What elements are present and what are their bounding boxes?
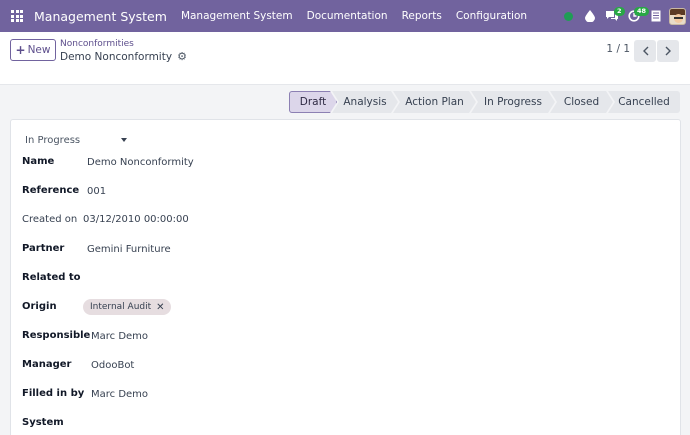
- state-select[interactable]: In Progress: [25, 135, 80, 146]
- app-brand[interactable]: Management System: [34, 9, 167, 24]
- chevron-down-icon[interactable]: [121, 138, 127, 142]
- user-avatar[interactable]: [669, 7, 686, 25]
- top-navbar: Management System Management System Docu…: [0, 0, 690, 32]
- name-label: Name: [22, 156, 55, 167]
- related-to-field[interactable]: [87, 272, 287, 286]
- gear-icon[interactable]: ⚙: [177, 50, 187, 63]
- pager-previous-button[interactable]: [634, 40, 656, 62]
- systray: 2 48: [557, 0, 690, 32]
- form-sheet: In Progress Name Demo Nonconformity Refe…: [10, 119, 681, 435]
- origin-tag-label: Internal Audit: [90, 302, 152, 312]
- filled-in-by-label: Filled in by: [22, 388, 85, 399]
- stage-in-progress[interactable]: In Progress: [471, 91, 555, 113]
- activities-icon[interactable]: 48: [623, 0, 650, 32]
- reference-label: Reference: [22, 185, 80, 196]
- filled-in-by-field[interactable]: Marc Demo: [91, 389, 148, 400]
- stage-action-plan[interactable]: Action Plan: [393, 91, 476, 113]
- partner-label: Partner: [22, 243, 65, 254]
- new-button[interactable]: + New: [10, 39, 56, 61]
- apps-menu-icon[interactable]: [0, 0, 34, 32]
- breadcrumb-nonconformities[interactable]: Nonconformities: [60, 39, 134, 49]
- close-icon[interactable]: ✕: [156, 302, 164, 313]
- menu-management-system[interactable]: Management System: [181, 10, 293, 22]
- responsible-label: Responsible: [22, 330, 91, 341]
- name-field[interactable]: Demo Nonconformity: [87, 157, 194, 168]
- reference-field[interactable]: 001: [87, 186, 106, 197]
- responsible-field[interactable]: Marc Demo: [91, 331, 148, 342]
- manager-label: Manager: [22, 359, 72, 370]
- created-on-label: Created on: [22, 214, 78, 225]
- system-field[interactable]: [91, 417, 291, 431]
- origin-label: Origin: [22, 301, 57, 312]
- menu-configuration[interactable]: Configuration: [456, 10, 527, 22]
- plus-icon: +: [15, 43, 26, 57]
- record-title-row: Demo Nonconformity ⚙: [60, 50, 187, 63]
- status-dot-icon[interactable]: [557, 0, 579, 32]
- stage-cancelled[interactable]: Cancelled: [608, 91, 680, 113]
- system-label: System: [22, 417, 64, 428]
- stage-draft[interactable]: Draft: [289, 91, 337, 113]
- pager-next-button[interactable]: [657, 40, 679, 62]
- menu-documentation[interactable]: Documentation: [307, 10, 388, 22]
- messages-icon[interactable]: 2: [601, 0, 625, 32]
- new-button-label: New: [27, 44, 51, 56]
- spreadsheet-icon[interactable]: [645, 0, 667, 32]
- manager-field[interactable]: OdooBot: [91, 360, 134, 371]
- drop-icon[interactable]: [579, 0, 601, 32]
- created-on-field: 03/12/2010 00:00:00: [83, 214, 189, 225]
- origin-tag[interactable]: Internal Audit ✕: [83, 299, 171, 315]
- pager-value[interactable]: 1 / 1: [606, 43, 630, 55]
- stage-closed[interactable]: Closed: [550, 91, 613, 113]
- status-bar: Draft Analysis Action Plan In Progress C…: [289, 91, 680, 113]
- related-to-label: Related to: [22, 272, 81, 283]
- record-title: Demo Nonconformity: [60, 50, 173, 63]
- partner-field[interactable]: Gemini Furniture: [87, 244, 171, 255]
- menu-reports[interactable]: Reports: [402, 10, 442, 22]
- control-panel: + New Nonconformities Demo Nonconformity…: [0, 32, 690, 85]
- stage-analysis[interactable]: Analysis: [332, 91, 398, 113]
